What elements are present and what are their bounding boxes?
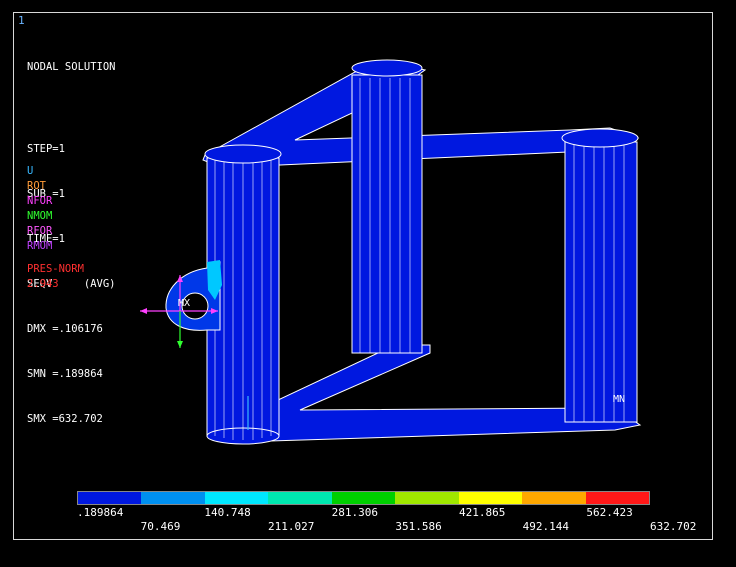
colorbar-label-bottom-0: 70.469 — [140, 520, 181, 533]
color-band-8 — [585, 492, 649, 504]
colorbar-label-bottom-2: 351.586 — [395, 520, 442, 533]
colorbar-label-top-0: .189864 — [77, 506, 124, 519]
colorbar-label-bottom-1: 211.027 — [268, 520, 315, 533]
rear-column — [351, 74, 423, 354]
color-band-6 — [458, 492, 523, 504]
right-column-top — [561, 128, 639, 148]
colorbar-label-top-3: 421.865 — [459, 506, 506, 519]
frame-structure — [165, 59, 642, 445]
color-band-2 — [204, 492, 269, 504]
color-band-0 — [78, 492, 142, 504]
rear-column-top — [351, 59, 423, 77]
fem-model-view[interactable]: MX MN — [0, 0, 736, 567]
marker-mn: MN — [613, 394, 625, 405]
colorbar-label-top-4: 562.423 — [586, 506, 633, 519]
right-column — [564, 141, 638, 423]
color-band-7 — [522, 492, 586, 504]
colorbar-label-bottom-4: 632.702 — [650, 520, 697, 533]
color-band-3 — [268, 492, 332, 504]
colorbar-label-bottom-3: 492.144 — [522, 520, 570, 533]
color-band-5 — [395, 492, 459, 504]
color-band-4 — [331, 492, 396, 504]
contour-color-bar — [77, 491, 650, 505]
left-column-top — [204, 144, 282, 164]
colorbar-label-top-2: 281.306 — [331, 506, 379, 519]
color-band-1 — [141, 492, 205, 504]
marker-mx: MX — [178, 298, 190, 309]
colorbar-label-top-1: 140.748 — [204, 506, 251, 519]
